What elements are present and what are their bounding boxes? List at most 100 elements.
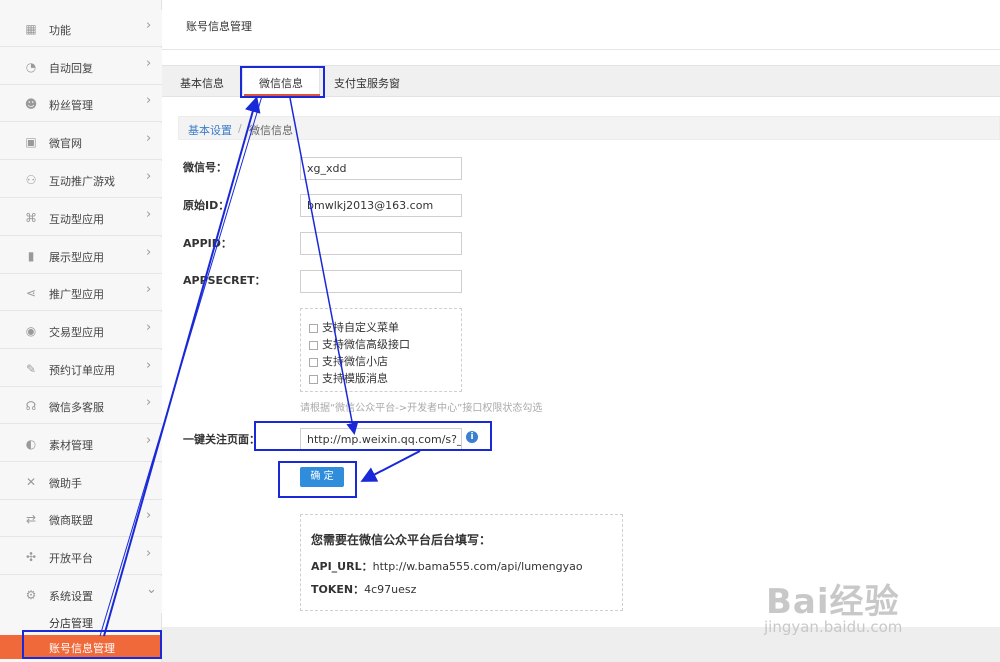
sidebar-item-label: 预约订单应用: [49, 364, 115, 377]
sidebar-item-interactive[interactable]: ⌘ 互动型应用 ›: [0, 199, 162, 236]
sidebar-item-label: 微商联盟: [49, 514, 93, 527]
chevron-right-icon: ›: [146, 282, 152, 297]
watermark-domain: jingyan.baidu.com: [764, 618, 903, 636]
sidebar-item-games[interactable]: ⚇ 互动推广游戏 ›: [0, 161, 162, 198]
chevron-right-icon: ›: [146, 358, 152, 373]
appsecret-input[interactable]: [300, 270, 462, 293]
checkbox[interactable]: [309, 340, 318, 350]
breadcrumb-link-basic-settings[interactable]: 基本设置: [188, 122, 232, 138]
chevron-right-icon: ›: [146, 169, 152, 184]
sidebar-item-fans[interactable]: ☻ 粉丝管理 ›: [0, 85, 162, 122]
chevron-right-icon: ›: [146, 56, 152, 71]
chevron-right-icon: ›: [146, 131, 152, 146]
checkbox-label: 支持微信高级接口: [322, 338, 410, 351]
checkbox-template-message[interactable]: 支持模版消息: [309, 370, 388, 386]
sidebar-item-label: 功能: [49, 24, 71, 37]
sidebar-item-open-platform[interactable]: ✣ 开放平台 ›: [0, 538, 162, 575]
sidebar-item-label: 粉丝管理: [49, 99, 93, 112]
website-icon: ▣: [25, 135, 37, 149]
checkbox-custom-menu[interactable]: 支持自定义菜单: [309, 319, 399, 335]
highlight-tab-box: [240, 66, 325, 98]
chevron-right-icon: ›: [146, 508, 152, 523]
chevron-right-icon: ›: [146, 93, 152, 108]
sidebar-item-label: 交易型应用: [49, 326, 104, 339]
edit-icon: ✎: [25, 362, 37, 376]
follow-page-label: 一键关注页面：: [183, 433, 260, 446]
breadcrumb: 基本设置 / 微信信息: [178, 116, 1000, 140]
chevron-right-icon: ›: [146, 207, 152, 222]
api-url-value: http://w.bama555.com/api/lumengyao: [372, 560, 583, 573]
sidebar-item-trade[interactable]: ◉ 交易型应用 ›: [0, 312, 162, 349]
sidebar-item-showcase[interactable]: ▮ 展示型应用 ›: [0, 237, 162, 274]
sidebar-item-label: 开放平台: [49, 552, 93, 565]
sidebar-item-alliance[interactable]: ⇄ 微商联盟 ›: [0, 500, 162, 537]
sidebar-item-label: 微信多客服: [49, 401, 104, 414]
sidebar-item-website[interactable]: ▣ 微官网 ›: [0, 123, 162, 160]
sidebar-item-auto-reply[interactable]: ◔ 自动回复 ›: [0, 48, 162, 85]
headset-icon: ☊: [25, 399, 37, 413]
permissions-hint: 请根据“微信公众平台->开发者中心”接口权限状态勾选: [300, 403, 543, 414]
puzzle-icon: ✣: [25, 550, 37, 564]
users-icon: ☻: [24, 97, 38, 111]
chevron-right-icon: ›: [146, 546, 152, 561]
shuffle-icon: ⇄: [25, 512, 37, 526]
checkbox-wechat-store[interactable]: 支持微信小店: [309, 353, 388, 369]
sidebar-item-label: 推广型应用: [49, 288, 104, 301]
baidu-watermark: Bai经验 jingyan.baidu.com: [760, 548, 960, 648]
gear-icon: ⚙: [25, 588, 37, 602]
highlight-follow-box: [254, 421, 492, 451]
highlight-sidebar-box: [22, 630, 162, 659]
checkbox[interactable]: [309, 374, 318, 384]
api-url-line: API_URL：http://w.bama555.com/api/lumengy…: [311, 558, 583, 574]
original-id-input[interactable]: bmwlkj2013@163.com: [300, 194, 462, 217]
chevron-right-icon: ›: [146, 245, 152, 260]
original-id-label: 原始ID：: [183, 199, 230, 212]
api-info-box: 您需要在微信公众平台后台填写： API_URL：http://w.bama555…: [300, 514, 623, 611]
sidebar-item-label: 微助手: [49, 477, 82, 490]
chevron-right-icon: ›: [146, 395, 152, 410]
watermark-brand: Bai经验: [766, 582, 900, 622]
appsecret-label: APPSECRET：: [183, 274, 266, 287]
appid-label: APPID：: [183, 237, 232, 250]
token-label: TOKEN：: [311, 583, 365, 596]
tab-alipay-service[interactable]: 支付宝服务窗: [334, 75, 400, 91]
sidebar-item-features[interactable]: ▦ 功能 ›: [0, 10, 162, 47]
page-title: 账号信息管理: [186, 20, 252, 33]
breadcrumb-current: 微信信息: [249, 124, 293, 137]
token-line: TOKEN：4c97uesz: [311, 581, 416, 597]
sidebar-item-customer-service[interactable]: ☊ 微信多客服 ›: [0, 387, 162, 424]
checkbox-label: 支持微信小店: [322, 355, 388, 368]
checkbox-label: 支持自定义菜单: [322, 321, 399, 334]
sidebar-item-materials[interactable]: ◐ 素材管理 ›: [0, 425, 162, 462]
sidebar-item-assistant[interactable]: ✕ 微助手: [0, 463, 162, 500]
wechat-id-label: 微信号：: [183, 161, 227, 174]
breadcrumb-separator: /: [238, 122, 242, 135]
wechat-id-input[interactable]: xg_xdd: [300, 157, 462, 180]
checkbox-advanced-api[interactable]: 支持微信高级接口: [309, 336, 410, 352]
sidebar-item-label: 素材管理: [49, 439, 93, 452]
page-header: 账号信息管理: [162, 0, 1000, 50]
tab-basic-info[interactable]: 基本信息: [180, 75, 224, 91]
api-info-title: 您需要在微信公众平台后台填写：: [311, 533, 492, 547]
sidebar-item-label: 微官网: [49, 137, 82, 150]
trade-icon: ◉: [25, 324, 37, 338]
chevron-right-icon: ›: [146, 320, 152, 335]
sidebar-item-label: 互动推广游戏: [49, 175, 115, 188]
book-icon: ▮: [27, 249, 35, 263]
sidebar-item-booking[interactable]: ✎ 预约订单应用 ›: [0, 350, 162, 387]
tools-icon: ✕: [25, 475, 37, 489]
chat-icon: ◔: [25, 60, 37, 74]
sidebar: ▦ 功能 › ◔ 自动回复 › ☻ 粉丝管理 › ▣ 微官网 › ⚇ 互动推广游…: [0, 0, 162, 662]
checkbox[interactable]: [309, 323, 318, 333]
sidebar-item-promotion[interactable]: ⋖ 推广型应用 ›: [0, 274, 162, 311]
sidebar-item-settings[interactable]: ⚙ 系统设置 ⌄: [0, 576, 162, 613]
checkbox[interactable]: [309, 357, 318, 367]
sidebar-item-label: 自动回复: [49, 62, 93, 75]
chevron-down-icon: ⌄: [146, 582, 157, 597]
checkbox-label: 支持模版消息: [322, 372, 388, 385]
chevron-right-icon: ›: [146, 18, 152, 33]
gamepad-icon: ⚇: [25, 173, 37, 187]
appid-input[interactable]: [300, 232, 462, 255]
chevron-right-icon: ›: [146, 433, 152, 448]
sidebar-item-label: 互动型应用: [49, 213, 104, 226]
